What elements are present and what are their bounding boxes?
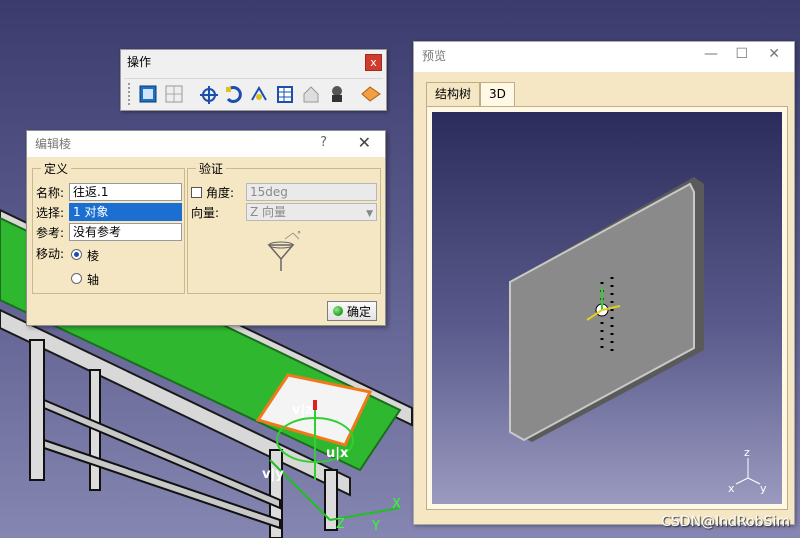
verify-legend: 验证: [196, 160, 227, 177]
triad-z-label: z: [744, 446, 750, 459]
select-field[interactable]: 1 对象: [69, 203, 182, 221]
preview-close-button[interactable]: ✕: [768, 46, 780, 62]
triad-y-line: [747, 477, 761, 485]
dialog-title: 编辑棱: [27, 131, 385, 157]
scene-label-vz: v|z: [292, 403, 313, 418]
cone-angle-icon: °: [263, 229, 307, 276]
definition-group: 定义 名称: 往返.1 选择: 1 对象 参考: 没有参考 移动: 棱 轴: [32, 160, 185, 294]
home-icon[interactable]: [299, 82, 323, 106]
edit-edge-dialog: 编辑棱 ? ✕ 定义 名称: 往返.1 选择: 1 对象 参考: 没有参考 移动…: [26, 130, 386, 326]
reference-field[interactable]: 没有参考: [69, 223, 182, 241]
help-button[interactable]: ?: [320, 135, 327, 150]
verify-group: 验证 角度: 15deg 向量: Z 向量 ▼ °: [187, 160, 381, 294]
dialog-body: 定义 名称: 往返.1 选择: 1 对象 参考: 没有参考 移动: 棱 轴 验证…: [27, 157, 385, 325]
preview-body: 结构树 3D z x y: [414, 72, 794, 524]
compass-axis-icon[interactable]: [196, 82, 220, 106]
preview-3d-canvas[interactable]: z x y: [432, 112, 782, 504]
minimize-button[interactable]: —: [704, 46, 718, 62]
preview-frame: z x y: [426, 106, 788, 510]
vector-label: 向量:: [191, 206, 220, 220]
tab-3d[interactable]: 3D: [480, 82, 515, 106]
conveyor-leg: [29, 339, 45, 481]
move-edge-radio[interactable]: [71, 249, 82, 260]
scene-label-vy: v|y: [262, 467, 284, 482]
definition-legend: 定义: [41, 160, 72, 177]
name-label: 名称:: [36, 186, 65, 200]
preview-tabs: 结构树 3D: [426, 82, 515, 106]
ok-status-icon: [332, 306, 343, 316]
move-axis-radio[interactable]: [71, 273, 82, 284]
toolbar-grip[interactable]: [128, 82, 131, 105]
preview-scene: z x y: [509, 177, 767, 495]
angle-field[interactable]: 15deg: [246, 183, 377, 201]
scene-label-y: Y: [371, 519, 380, 534]
grid-icon[interactable]: [162, 82, 186, 106]
snap-icon[interactable]: [248, 82, 272, 106]
move-label: 移动:: [36, 247, 65, 261]
angle-checkbox[interactable]: [191, 187, 202, 198]
triad-x-label: x: [728, 482, 735, 495]
svg-text:°: °: [297, 230, 301, 239]
angle-label: 角度:: [206, 186, 235, 200]
scene-label-x: X: [392, 497, 401, 512]
scene-label-z: Z: [336, 517, 345, 532]
maximize-button[interactable]: ☐: [735, 46, 748, 62]
watermark: CSDN@IndRobSim: [661, 514, 790, 530]
toolbar-title: 操作: [127, 55, 152, 69]
vector-select[interactable]: Z 向量 ▼: [246, 203, 377, 221]
toolbar-button-row: [124, 78, 383, 108]
operations-toolbar: 操作 x: [120, 49, 387, 111]
vector-select-value: Z 向量: [250, 205, 287, 219]
table-icon[interactable]: [273, 82, 297, 106]
select-label: 选择:: [36, 206, 65, 220]
triad-y-label: y: [760, 482, 767, 495]
robot-icon[interactable]: [325, 82, 349, 106]
reference-label: 参考:: [36, 226, 65, 240]
move-edge-label: 棱: [87, 249, 100, 263]
rotate-icon[interactable]: [222, 82, 246, 106]
ok-button-label: 确定: [346, 304, 371, 319]
tab-tree[interactable]: 结构树: [426, 82, 481, 106]
ok-button[interactable]: 确定: [327, 301, 377, 321]
name-field[interactable]: 往返.1: [69, 183, 182, 201]
scene-label-vx: u|x: [326, 446, 349, 461]
flip-icon[interactable]: [359, 82, 383, 106]
dialog-close-button[interactable]: ✕: [358, 133, 371, 152]
select-body-icon[interactable]: [136, 82, 160, 106]
move-axis-label: 轴: [87, 273, 100, 287]
preview-window: 预览 — ☐ ✕ 结构树 3D z x y: [413, 41, 795, 525]
chevron-down-icon: ▼: [366, 209, 373, 219]
triad-x-line: [735, 477, 749, 485]
toolbar-close-button[interactable]: x: [365, 54, 382, 71]
